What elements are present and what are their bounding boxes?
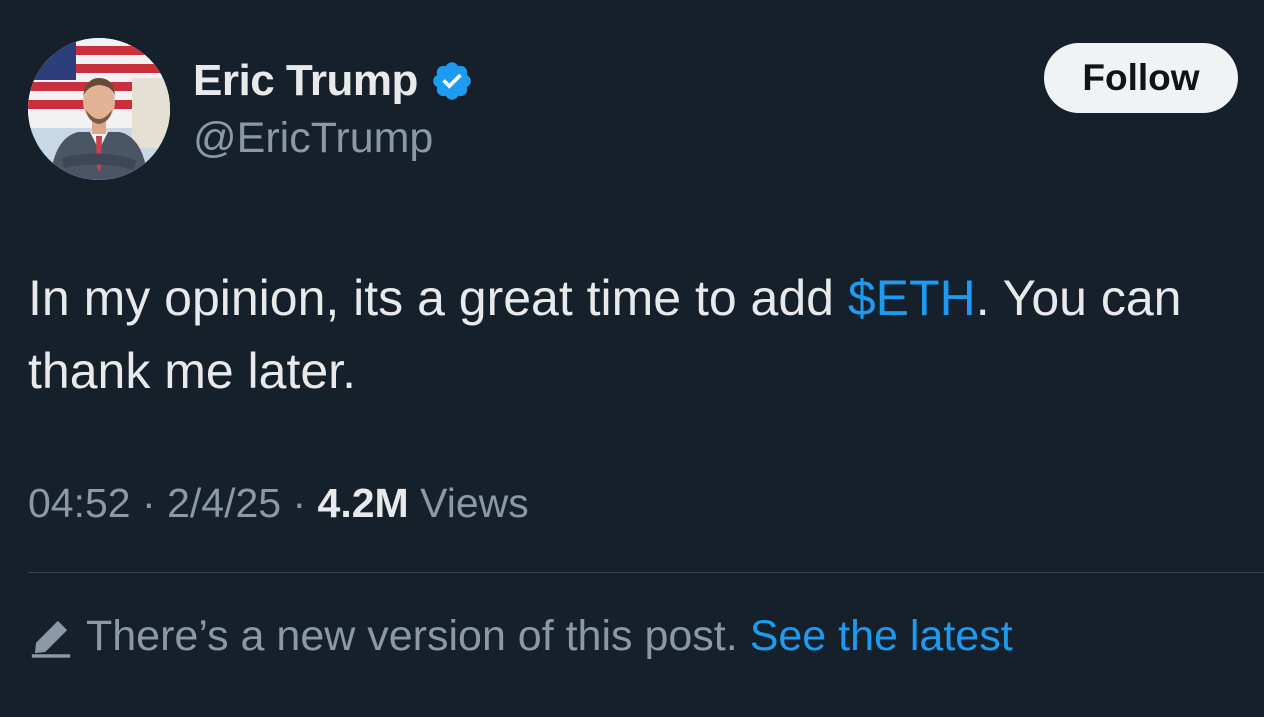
post-date[interactable]: 2/4/25: [167, 480, 281, 526]
post-container: Eric Trump @EricTrump Follow In my opini…: [0, 0, 1264, 717]
display-name[interactable]: Eric Trump: [193, 56, 418, 106]
notice-text: There’s a new version of this post.: [86, 612, 738, 660]
tweet-text: In my opinion, its a great time to add $…: [28, 262, 1208, 408]
name-row: Eric Trump: [193, 56, 474, 106]
post-meta: 04:52 · 2/4/25 · 4.2M Views: [28, 480, 529, 527]
avatar[interactable]: [28, 38, 170, 180]
new-version-notice: There’s a new version of this post. See …: [28, 612, 1013, 661]
views-label: Views: [420, 480, 529, 526]
see-latest-link[interactable]: See the latest: [750, 612, 1013, 661]
cashtag-link[interactable]: $ETH: [848, 270, 976, 326]
divider: [28, 572, 1264, 573]
views-count[interactable]: 4.2M: [318, 480, 409, 526]
verified-badge-icon[interactable]: [430, 59, 474, 103]
meta-separator: ·: [142, 480, 156, 526]
tweet-text-before: In my opinion, its a great time to add: [28, 270, 848, 326]
author-handle[interactable]: @EricTrump: [193, 114, 433, 163]
post-time[interactable]: 04:52: [28, 480, 131, 526]
avatar-image: [28, 38, 170, 180]
follow-button[interactable]: Follow: [1044, 43, 1238, 113]
pencil-icon: [31, 620, 71, 658]
meta-separator: ·: [292, 480, 307, 526]
